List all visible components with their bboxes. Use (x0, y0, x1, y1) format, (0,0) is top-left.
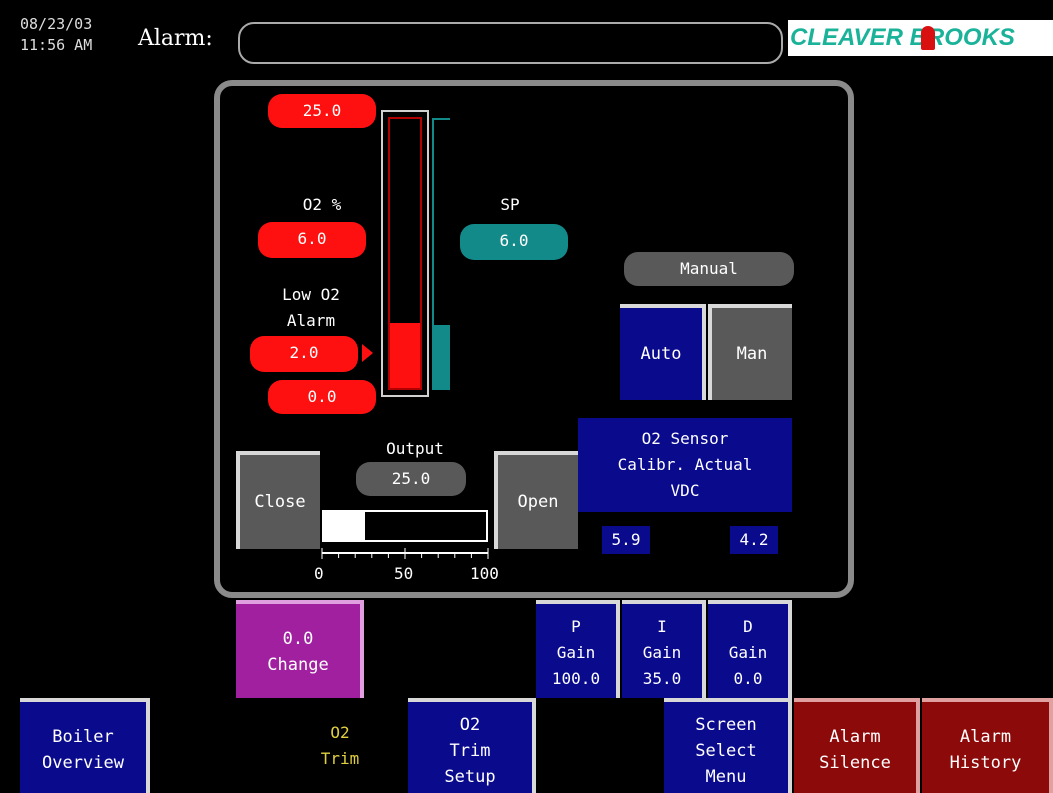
d-gain-button[interactable]: D Gain 0.0 (708, 600, 792, 698)
boiler-overview-l1: Boiler (52, 727, 114, 747)
i-gain-value: 35.0 (642, 669, 682, 688)
low-o2-label-line2: Alarm (286, 311, 336, 330)
silence-l2: Silence (819, 753, 891, 773)
sensor-title-line2: Calibr. Actual (617, 455, 753, 474)
p-gain-l2: Gain (556, 643, 596, 662)
o2-max-value: 25.0 (268, 94, 376, 128)
screen-l3: Menu (705, 767, 747, 787)
alarm-label: Alarm: (138, 26, 213, 51)
open-button[interactable]: Open (494, 451, 578, 549)
sensor-title-line3: VDC (670, 481, 700, 500)
date-text: 08/23/03 (20, 15, 93, 33)
auto-button[interactable]: Auto (620, 304, 706, 400)
alarm-message-field (238, 22, 783, 64)
o2-bar-fill (390, 323, 420, 388)
o2-bar-gauge (381, 110, 429, 397)
man-button[interactable]: Man (708, 304, 792, 400)
i-gain-l1: I (657, 617, 667, 636)
o2-trim-setup-button[interactable]: O2 Trim Setup (408, 698, 536, 793)
o2-trim-l1: O2 (330, 723, 350, 742)
sensor-title-line1: O2 Sensor (641, 429, 729, 448)
screen-l2: Select (695, 741, 757, 761)
setup-l3: Setup (444, 767, 496, 787)
scale-0: 0 (314, 564, 324, 583)
setup-l2: Trim (449, 741, 491, 761)
history-l1: Alarm (959, 727, 1012, 747)
screen-select-menu-button[interactable]: Screen Select Menu (664, 698, 792, 793)
silence-l1: Alarm (829, 727, 881, 747)
p-gain-button[interactable]: P Gain 100.0 (536, 600, 620, 698)
close-button[interactable]: Close (236, 451, 320, 549)
change-button[interactable]: 0.0 Change (236, 600, 364, 698)
i-gain-button[interactable]: I Gain 35.0 (622, 600, 706, 698)
sensor-actual-value: 4.2 (730, 526, 778, 554)
sp-label: SP (500, 195, 520, 214)
sensor-calibr-value: 5.9 (602, 526, 650, 554)
sp-bar-fill (434, 325, 450, 390)
sp-bar-gauge (432, 118, 450, 390)
d-gain-value: 0.0 (733, 669, 763, 688)
change-value: 0.0 (282, 629, 314, 649)
o2-percent-value: 6.0 (258, 222, 366, 258)
p-gain-value: 100.0 (551, 669, 601, 688)
o2-min-value: 0.0 (268, 380, 376, 414)
boiler-overview-l2: Overview (42, 753, 124, 773)
output-value: 25.0 (356, 462, 466, 496)
o2-bar-track (388, 117, 422, 390)
output-bar (322, 510, 488, 542)
o2-percent-label: O2 % (302, 195, 342, 214)
alarm-pointer-icon (362, 344, 373, 362)
output-label: Output (386, 439, 444, 458)
flame-icon (921, 26, 935, 50)
o2-trim-current-screen: O2 Trim (280, 720, 400, 772)
o2-sensor-panel: O2 Sensor Calibr. Actual VDC (578, 418, 792, 512)
sp-value[interactable]: 6.0 (460, 224, 568, 260)
scale-100: 100 (470, 564, 499, 583)
boiler-overview-button[interactable]: Boiler Overview (20, 698, 150, 793)
d-gain-l2: Gain (728, 643, 768, 662)
output-bar-fill (324, 512, 365, 540)
d-gain-l1: D (743, 617, 753, 636)
alarm-history-button[interactable]: Alarm History (922, 698, 1053, 793)
cleaver-brooks-logo: CLEAVER BROOKS (788, 20, 1053, 56)
change-label: Change (267, 655, 329, 675)
time-text: 11:56 AM (20, 36, 93, 54)
output-scale-ticks (321, 548, 489, 559)
scale-50: 50 (394, 564, 414, 583)
alarm-silence-button[interactable]: Alarm Silence (794, 698, 920, 793)
o2-trim-l2: Trim (320, 749, 360, 768)
p-gain-l1: P (571, 617, 581, 636)
mode-status: Manual (624, 252, 794, 286)
i-gain-l2: Gain (642, 643, 682, 662)
low-o2-alarm-value[interactable]: 2.0 (250, 336, 358, 372)
screen-l1: Screen (695, 715, 757, 735)
low-o2-label-line1: Low O2 (282, 285, 340, 304)
datetime: 08/23/03 11:56 AM (20, 14, 92, 56)
low-o2-alarm-label: Low O2 Alarm (256, 282, 366, 334)
setup-l1: O2 (459, 715, 481, 735)
history-l2: History (949, 753, 1022, 773)
